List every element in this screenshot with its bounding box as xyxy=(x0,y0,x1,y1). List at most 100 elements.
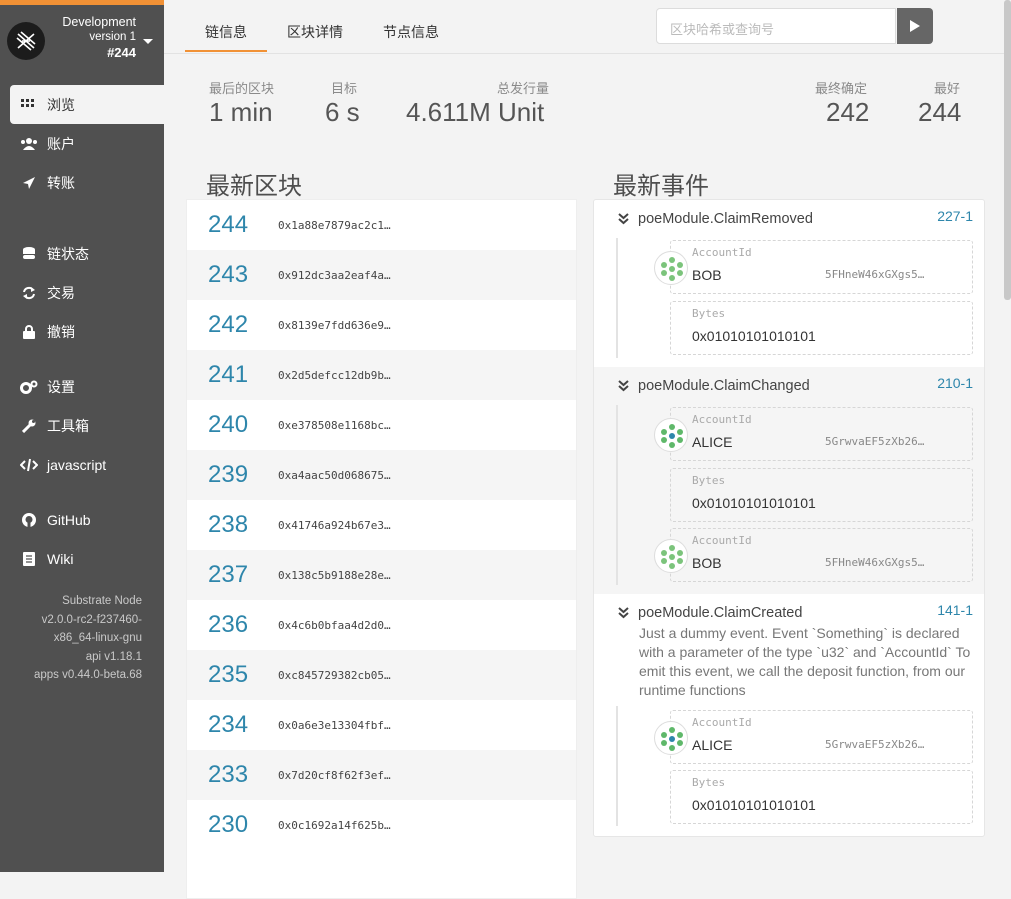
block-number-link[interactable]: 235 xyxy=(187,661,278,689)
sidebar-item-sudo[interactable]: 撤销 xyxy=(0,312,164,351)
divider xyxy=(616,405,618,585)
event-item: poeModule.ClaimRemoved 227-1 AccountId B… xyxy=(594,200,984,367)
footer-line: x86_64-linux-gnu xyxy=(53,632,142,644)
block-number-link[interactable]: 237 xyxy=(187,561,278,589)
search-input[interactable]: 区块哈希或查询号 xyxy=(656,8,896,44)
sidebar-item-label: 设置 xyxy=(47,378,75,395)
event-param: AccountId BOB 5FHneW46xGXgs5… xyxy=(654,240,973,294)
tab-chain-info[interactable]: 链信息 xyxy=(185,22,267,52)
block-number-link[interactable]: 230 xyxy=(187,811,278,839)
play-icon xyxy=(910,20,920,32)
table-row: 239 0xa4aac50d068675… xyxy=(187,450,576,500)
param-type-label: AccountId xyxy=(692,716,752,729)
recent-blocks-title: 最新区块 xyxy=(206,173,302,200)
scrollbar[interactable] xyxy=(1004,0,1011,300)
sidebar-item-label: javascript xyxy=(47,456,107,473)
sidebar-item-toolbox[interactable]: 工具箱 xyxy=(0,406,164,445)
block-number-link[interactable]: 242 xyxy=(187,311,278,339)
sidebar-item-label: GitHub xyxy=(47,511,91,528)
block-hash: 0x4c6b0bfaa4d2d0… xyxy=(278,618,391,632)
block-hash: 0x912dc3aa2eaf4a… xyxy=(278,268,391,282)
chain-selector[interactable]: Development version 1 #244 xyxy=(0,5,164,80)
users-icon xyxy=(20,136,38,152)
block-number-link[interactable]: 233 xyxy=(187,761,278,789)
block-hash: 0xc845729382cb05… xyxy=(278,668,391,682)
account-name: BOB xyxy=(692,555,722,571)
block-number-link[interactable]: 234 xyxy=(187,711,278,739)
event-param: AccountId ALICE 5GrwvaEF5zXb26… xyxy=(654,710,973,764)
block-number-link[interactable]: 236 xyxy=(187,611,278,639)
search-button[interactable] xyxy=(897,8,933,44)
event-id-link[interactable]: 141-1 xyxy=(937,602,973,618)
sync-icon xyxy=(20,285,38,301)
event-id-link[interactable]: 227-1 xyxy=(937,208,973,224)
tab-block-details[interactable]: 区块详情 xyxy=(277,22,353,52)
github-icon xyxy=(20,512,38,528)
param-type-label: AccountId xyxy=(692,413,752,426)
chevron-double-down-icon[interactable] xyxy=(618,380,629,392)
param-value: 0x01010101010101 xyxy=(692,797,816,813)
sidebar-item-explorer[interactable]: 浏览 xyxy=(10,85,164,124)
sidebar-item-label: Wiki xyxy=(47,550,74,567)
block-hash: 0x0c1692a14f625b… xyxy=(278,818,391,832)
sidebar-item-javascript[interactable]: javascript xyxy=(0,445,164,484)
chevron-double-down-icon[interactable] xyxy=(618,607,629,619)
target-value: 6 s xyxy=(325,97,360,127)
sidebar-item-github[interactable]: GitHub xyxy=(0,500,164,539)
recent-events-list: poeModule.ClaimRemoved 227-1 AccountId B… xyxy=(593,199,985,837)
table-row: 244 0x1a88e7879ac2c1… xyxy=(187,200,576,250)
last-block-value: 1 min xyxy=(209,97,273,127)
event-description: Just a dummy event. Event `Something` is… xyxy=(639,625,971,698)
table-row: 230 0x0c1692a14f625b… xyxy=(187,800,576,850)
node-info-footer: Substrate Node v2.0.0-rc2-f237460- x86_6… xyxy=(0,592,164,685)
block-number-link[interactable]: 239 xyxy=(187,461,278,489)
table-row: 243 0x912dc3aa2eaf4a… xyxy=(187,250,576,300)
recent-blocks-list: 244 0x1a88e7879ac2c1… 243 0x912dc3aa2eaf4a… xyxy=(186,199,577,899)
sidebar-item-label: 账户 xyxy=(47,135,75,152)
block-number-link[interactable]: 243 xyxy=(187,261,278,289)
sidebar-item-transfer[interactable]: 转账 xyxy=(0,163,164,202)
tab-label: 节点信息 xyxy=(383,24,439,40)
sidebar-item-settings[interactable]: 设置 xyxy=(0,367,164,406)
param-type-label: Bytes xyxy=(692,307,726,320)
chain-version: version 1 xyxy=(89,31,136,43)
best-label: 最好 xyxy=(934,81,961,96)
event-item: poeModule.ClaimChanged 210-1 AccountId A… xyxy=(594,367,984,594)
param-type-label: Bytes xyxy=(692,776,726,789)
account-address: 5GrwvaEF5zXb26… xyxy=(825,738,925,751)
chain-name: Development xyxy=(62,15,136,29)
tab-node-info[interactable]: 节点信息 xyxy=(373,22,449,52)
divider xyxy=(616,238,618,358)
sidebar-item-chainstate[interactable]: 链状态 xyxy=(0,234,164,273)
block-number-link[interactable]: 238 xyxy=(187,511,278,539)
block-number-link[interactable]: 241 xyxy=(187,361,278,389)
param-type-label: AccountId xyxy=(692,246,752,259)
table-row: 240 0xe378508e1168bc… xyxy=(187,400,576,450)
event-id-link[interactable]: 210-1 xyxy=(937,375,973,391)
table-row: 238 0x41746a924b67e3… xyxy=(187,500,576,550)
block-hash: 0x0a6e3e13304fbf… xyxy=(278,718,391,732)
event-param: Bytes 0x01010101010101 xyxy=(670,468,973,522)
last-block-label: 最后的区块 xyxy=(209,81,275,96)
event-param: Bytes 0x01010101010101 xyxy=(670,770,973,824)
identicon-icon xyxy=(654,539,688,573)
event-param: AccountId BOB 5FHneW46xGXgs5… xyxy=(654,528,973,582)
chevron-double-down-icon[interactable] xyxy=(618,213,629,225)
block-number-link[interactable]: 240 xyxy=(187,411,278,439)
best-value: 244 xyxy=(918,97,962,127)
sidebar-item-extrinsics[interactable]: 交易 xyxy=(0,273,164,312)
account-address: 5GrwvaEF5zXb26… xyxy=(825,435,925,448)
sidebar-item-label: 交易 xyxy=(47,284,75,301)
sidebar-item-accounts[interactable]: 账户 xyxy=(0,124,164,163)
table-row: 233 0x7d20cf8f62f3ef… xyxy=(187,750,576,800)
lock-icon xyxy=(20,324,38,340)
block-number-link[interactable]: 244 xyxy=(187,211,278,239)
sidebar-item-wiki[interactable]: Wiki xyxy=(0,539,164,578)
account-name: ALICE xyxy=(692,434,733,450)
table-row: 234 0x0a6e3e13304fbf… xyxy=(187,700,576,750)
account-name: ALICE xyxy=(692,737,733,753)
block-hash: 0x2d5defcc12db9b… xyxy=(278,368,391,382)
identicon-icon xyxy=(654,251,688,285)
event-param: AccountId ALICE 5GrwvaEF5zXb26… xyxy=(654,407,973,461)
event-param: Bytes 0x01010101010101 xyxy=(670,301,973,355)
